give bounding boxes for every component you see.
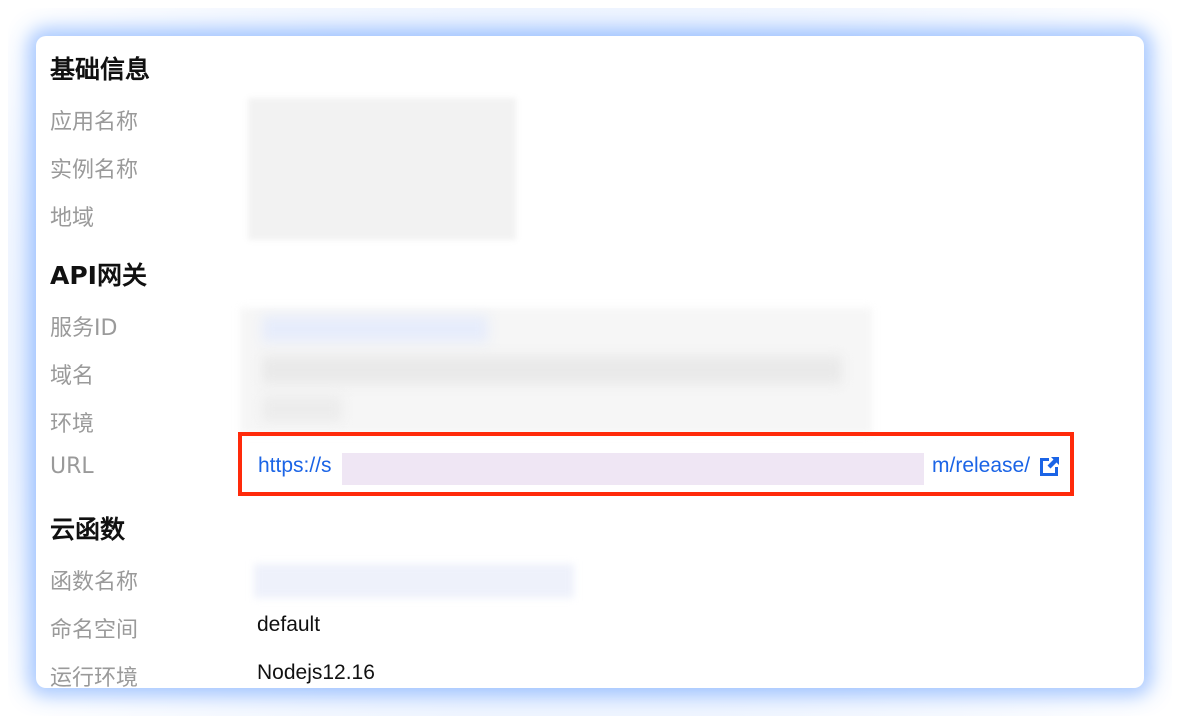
redacted-service-id xyxy=(262,316,488,342)
label-function-name: 函数名称 xyxy=(50,570,139,595)
label-runtime: 运行环境 xyxy=(50,666,139,688)
label-env: 环境 xyxy=(50,412,95,437)
redacted-domain xyxy=(262,356,842,384)
label-namespace: 命名空间 xyxy=(50,618,139,643)
label-app-name: 应用名称 xyxy=(50,110,139,135)
section-title-scf: 云函数 xyxy=(50,515,126,544)
redacted-env xyxy=(262,396,342,422)
section-title-basic: 基础信息 xyxy=(50,55,151,84)
redacted-basic-values xyxy=(248,98,516,240)
highlight-box xyxy=(238,432,1074,496)
label-domain: 域名 xyxy=(50,364,95,389)
info-panel: 基础信息 应用名称 实例名称 地域 API网关 服务ID 域名 环境 URL h… xyxy=(36,36,1144,688)
label-region: 地域 xyxy=(50,206,95,231)
section-title-api: API网关 xyxy=(50,261,147,290)
label-service-id: 服务ID xyxy=(50,316,118,341)
label-url: URL xyxy=(50,454,94,479)
redacted-function-name xyxy=(254,564,574,598)
namespace-value: default xyxy=(257,613,321,636)
label-instance-name: 实例名称 xyxy=(50,158,139,183)
runtime-value: Nodejs12.16 xyxy=(257,661,375,684)
